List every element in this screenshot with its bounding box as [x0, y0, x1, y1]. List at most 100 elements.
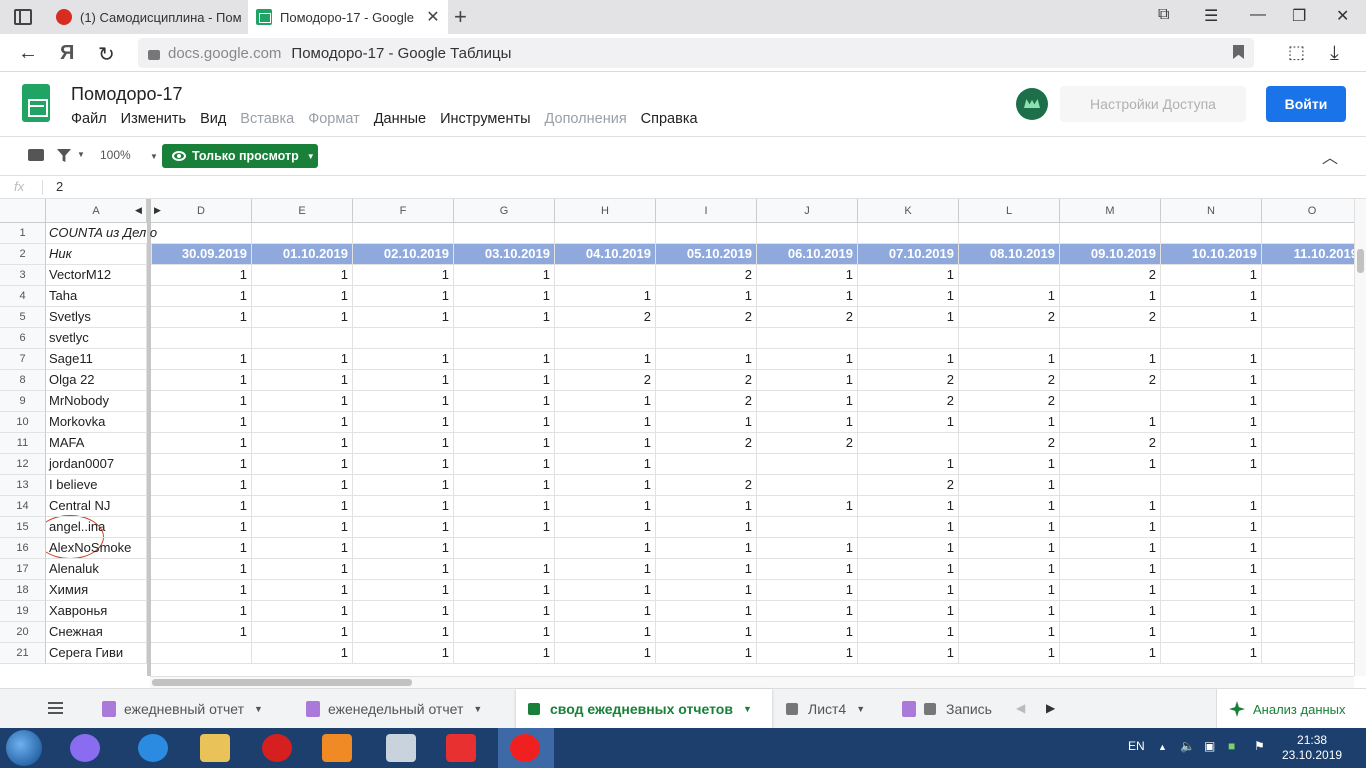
count-cell[interactable]: 1	[252, 580, 353, 601]
count-cell[interactable]: 1	[1161, 601, 1262, 622]
count-cell[interactable]: 1	[151, 454, 252, 475]
formula-input[interactable]: 2	[56, 179, 63, 194]
column-header[interactable]: M	[1060, 199, 1161, 223]
count-cell[interactable]: 1	[555, 391, 656, 412]
name-cell[interactable]: MrNobody	[46, 391, 147, 412]
count-cell[interactable]: 1	[555, 433, 656, 454]
count-cell[interactable]: 1	[757, 370, 858, 391]
count-cell[interactable]	[1262, 370, 1354, 391]
count-cell[interactable]: 1	[757, 349, 858, 370]
row-header[interactable]: 21	[0, 643, 46, 664]
date-header-cell[interactable]: 10.10.2019	[1161, 244, 1262, 265]
count-cell[interactable]	[353, 328, 454, 349]
count-cell[interactable]: 1	[555, 538, 656, 559]
count-cell[interactable]: 1	[757, 559, 858, 580]
reload-icon[interactable]: ↻	[98, 42, 115, 67]
count-cell[interactable]: 1	[454, 391, 555, 412]
login-button[interactable]: Войти	[1266, 86, 1346, 122]
count-cell[interactable]: 1	[151, 370, 252, 391]
calculator-icon[interactable]	[386, 734, 416, 762]
download-icon[interactable]: ⤓	[1330, 42, 1339, 65]
nvidia-icon[interactable]: ■	[1228, 739, 1235, 753]
count-cell[interactable]: 1	[454, 412, 555, 433]
count-cell[interactable]: 1	[454, 307, 555, 328]
count-cell[interactable]: 1	[151, 517, 252, 538]
date-header-cell[interactable]: 07.10.2019	[858, 244, 959, 265]
count-cell[interactable]	[1262, 349, 1354, 370]
count-cell[interactable]: 1	[1161, 454, 1262, 475]
count-cell[interactable]: 1	[1161, 391, 1262, 412]
count-cell[interactable]: 1	[959, 496, 1060, 517]
row-header[interactable]: 1	[0, 223, 46, 244]
count-cell[interactable]: 2	[1060, 265, 1161, 286]
name-cell[interactable]: Sage11	[46, 349, 147, 370]
count-cell[interactable]	[757, 328, 858, 349]
count-cell[interactable]: 1	[1161, 622, 1262, 643]
count-cell[interactable]	[656, 454, 757, 475]
count-cell[interactable]: 1	[151, 412, 252, 433]
count-cell[interactable]: 1	[1060, 454, 1161, 475]
name-cell[interactable]: I believe	[46, 475, 147, 496]
date-header-cell[interactable]: 09.10.2019	[1060, 244, 1161, 265]
count-cell[interactable]	[1262, 307, 1354, 328]
name-cell[interactable]: Morkovka	[46, 412, 147, 433]
menu-item[interactable]: Справка	[641, 111, 698, 127]
name-cell[interactable]: Снежная	[46, 622, 147, 643]
count-cell[interactable]: 1	[858, 643, 959, 664]
row-header[interactable]: 2	[0, 244, 46, 265]
count-cell[interactable]: 1	[353, 370, 454, 391]
count-cell[interactable]	[1060, 391, 1161, 412]
count-cell[interactable]: 1	[858, 580, 959, 601]
explorer-folder-icon[interactable]	[200, 734, 230, 762]
zoom-select[interactable]: 100% ▼	[100, 148, 158, 162]
internet-explorer-icon[interactable]	[138, 734, 168, 762]
count-cell[interactable]	[1161, 475, 1262, 496]
count-cell[interactable]: 1	[959, 622, 1060, 643]
count-cell[interactable]: 1	[1060, 538, 1161, 559]
count-cell[interactable]: 1	[353, 349, 454, 370]
date-header-cell[interactable]: 05.10.2019	[656, 244, 757, 265]
name-cell[interactable]: Olga 22	[46, 370, 147, 391]
count-cell[interactable]: 1	[858, 349, 959, 370]
count-cell[interactable]: 1	[757, 412, 858, 433]
bookmark-icon[interactable]	[1233, 45, 1244, 59]
share-settings-button[interactable]: Настройки Доступа	[1060, 86, 1246, 122]
table-cell[interactable]	[353, 223, 454, 244]
browser-tab-2[interactable]: Помодоро-17 - Google ✕	[248, 0, 448, 34]
yandex-icon[interactable]	[446, 734, 476, 762]
volume-icon[interactable]: 🔈	[1180, 739, 1195, 753]
count-cell[interactable]: 1	[454, 433, 555, 454]
yandex-browser-icon[interactable]	[510, 734, 540, 762]
count-cell[interactable]: 1	[757, 286, 858, 307]
count-cell[interactable]	[757, 475, 858, 496]
browser-menu-icon[interactable]: ☰	[1204, 6, 1218, 26]
count-cell[interactable]: 1	[454, 286, 555, 307]
count-cell[interactable]: 1	[1161, 496, 1262, 517]
count-cell[interactable]: 1	[353, 265, 454, 286]
count-cell[interactable]	[555, 265, 656, 286]
count-cell[interactable]: 1	[555, 622, 656, 643]
date-header-cell[interactable]: 11.10.2019	[1262, 244, 1354, 265]
count-cell[interactable]: 1	[353, 307, 454, 328]
name-cell[interactable]: VectorM12	[46, 265, 147, 286]
count-cell[interactable]: 2	[757, 307, 858, 328]
count-cell[interactable]: 1	[555, 559, 656, 580]
count-cell[interactable]	[757, 517, 858, 538]
name-cell[interactable]: jordan0007	[46, 454, 147, 475]
sheet-tab-menu-icon[interactable]: ▼	[473, 704, 482, 714]
name-column-header[interactable]: Ник	[46, 244, 147, 265]
count-cell[interactable]	[656, 328, 757, 349]
count-cell[interactable]: 1	[353, 643, 454, 664]
select-all-corner[interactable]	[0, 199, 46, 223]
menu-item[interactable]: Инструменты	[440, 111, 530, 127]
date-header-cell[interactable]: 30.09.2019	[151, 244, 252, 265]
row-header[interactable]: 18	[0, 580, 46, 601]
count-cell[interactable]: 1	[858, 412, 959, 433]
menu-item[interactable]: Формат	[308, 111, 360, 127]
count-cell[interactable]: 1	[1161, 412, 1262, 433]
count-cell[interactable]: 1	[454, 517, 555, 538]
count-cell[interactable]: 1	[454, 496, 555, 517]
count-cell[interactable]	[1060, 328, 1161, 349]
count-cell[interactable]	[1262, 622, 1354, 643]
count-cell[interactable]	[1262, 475, 1354, 496]
